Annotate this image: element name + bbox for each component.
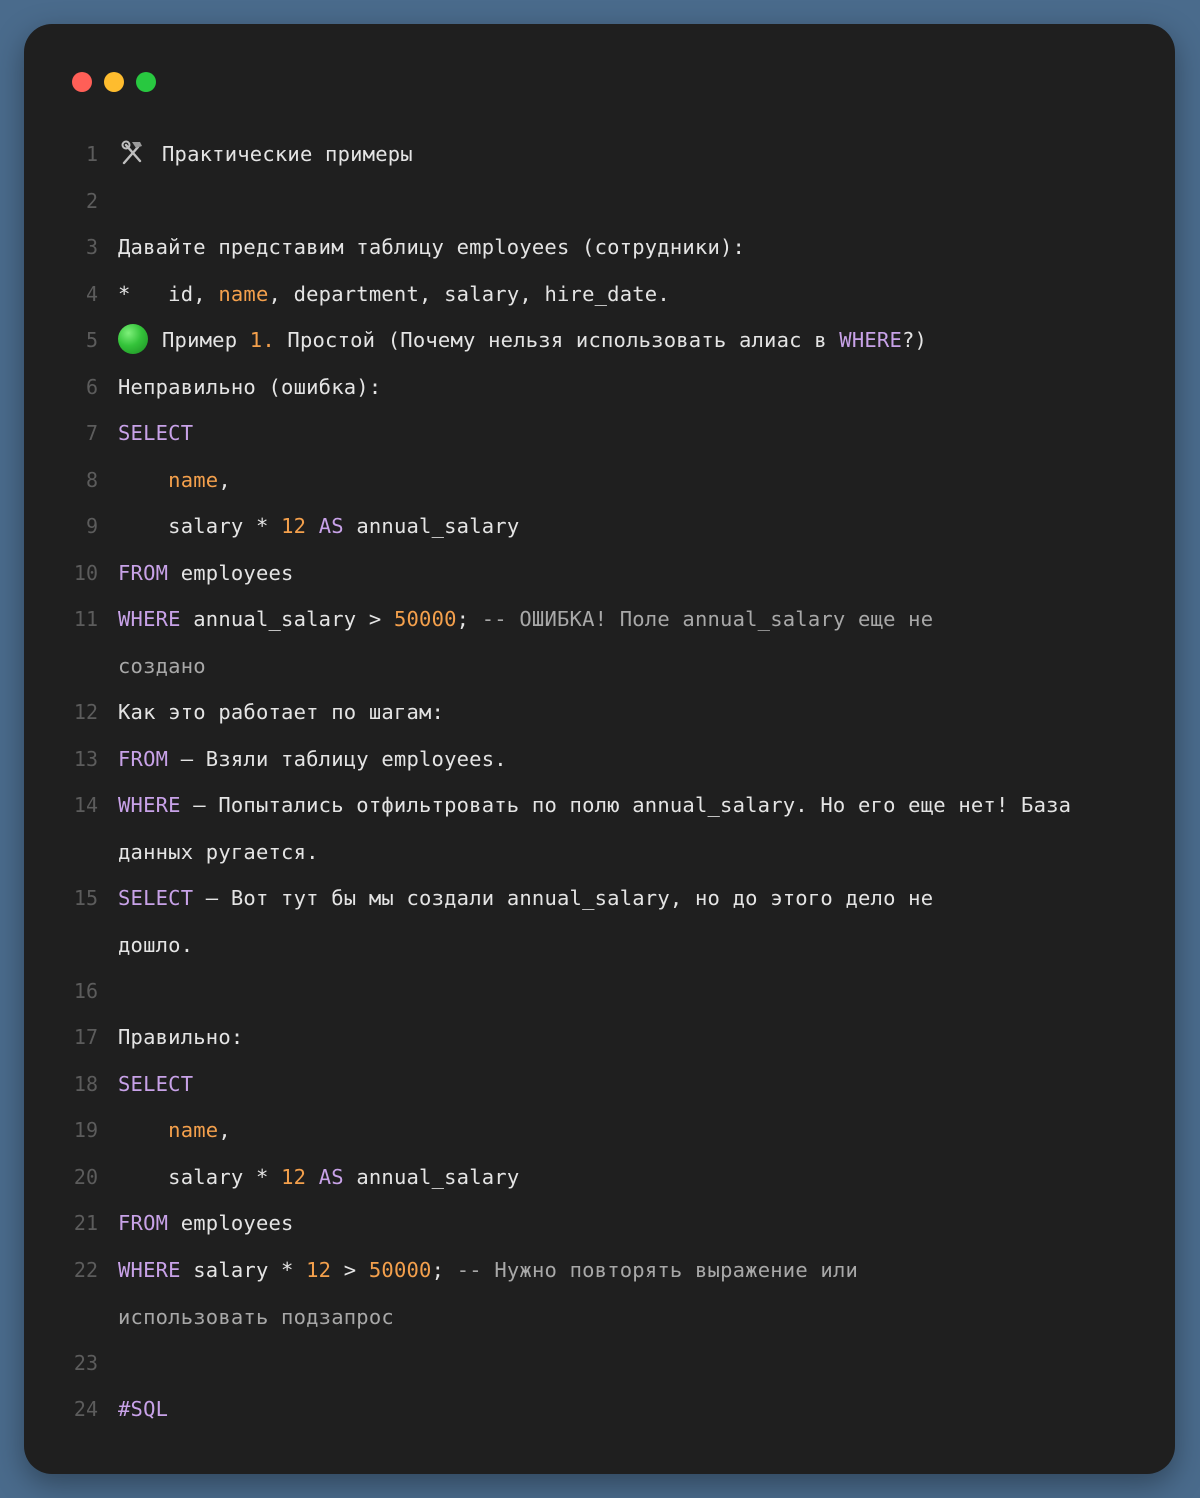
line-number: 2 bbox=[85, 189, 98, 213]
code-text: Неправильно (ошибка): bbox=[118, 375, 382, 399]
code-line: 6 Неправильно (ошибка): bbox=[24, 364, 1175, 410]
line-number: 5 bbox=[85, 328, 98, 352]
code-line: 10 FROM employees bbox=[24, 550, 1175, 596]
line-number: 7 bbox=[85, 421, 98, 445]
line-number: 14 bbox=[73, 793, 98, 817]
code-line: 3 Давайте представим таблицу employees (… bbox=[24, 224, 1175, 270]
code-line: 23 bbox=[24, 1340, 1175, 1386]
code-text: Практические примеры bbox=[118, 131, 1138, 178]
code-window: 1 Практические примеры 2 3 Давайте предс… bbox=[24, 24, 1175, 1474]
code-line: 5 Пример 1. Простой (Почему нельзя испол… bbox=[24, 317, 1175, 363]
code-line: 7 SELECT bbox=[24, 410, 1175, 456]
line-number: 18 bbox=[73, 1072, 98, 1096]
code-text: Правильно: bbox=[118, 1025, 244, 1049]
code-line: 17 Правильно: bbox=[24, 1014, 1175, 1060]
code-line: 15 SELECT — Вот тут бы мы создали annual… bbox=[24, 875, 1175, 957]
line-number: 12 bbox=[73, 700, 98, 724]
code-line: 14 WHERE — Попытались отфильтровать по п… bbox=[24, 782, 1175, 864]
line-number: 20 bbox=[73, 1165, 98, 1189]
line-number: 19 bbox=[73, 1118, 98, 1142]
code-line: 16 bbox=[24, 968, 1175, 1014]
code-text: Пример 1. Простой (Почему нельзя использ… bbox=[118, 317, 1138, 364]
code-text: WHERE salary * 12 > 50000; -- Нужно повт… bbox=[118, 1258, 871, 1329]
line-number: 23 bbox=[73, 1351, 98, 1375]
code-text: name, bbox=[168, 1118, 231, 1142]
line-number: 6 bbox=[85, 375, 98, 399]
code-line: 24 #SQL bbox=[24, 1386, 1175, 1432]
code-text: salary * 12 AS annual_salary bbox=[118, 514, 520, 538]
line-number: 10 bbox=[73, 561, 98, 585]
line-number: 21 bbox=[73, 1211, 98, 1235]
code-line: 13 FROM — Взяли таблицу employees. bbox=[24, 736, 1175, 782]
code-text: SELECT bbox=[118, 421, 194, 445]
code-text: WHERE — Попытались отфильтровать по полю… bbox=[118, 793, 1084, 864]
code-line: 11 WHERE annual_salary > 50000; -- ОШИБК… bbox=[24, 596, 1175, 678]
code-text: name, bbox=[168, 468, 231, 492]
code-line: 20 salary * 12 AS annual_salary bbox=[24, 1154, 1175, 1200]
code-text: #SQL bbox=[118, 1386, 1138, 1433]
code-text: Давайте представим таблицу employees (со… bbox=[118, 235, 746, 259]
code-line: 22 WHERE salary * 12 > 50000; -- Нужно п… bbox=[24, 1247, 1175, 1329]
code-line: 19 name, bbox=[24, 1107, 1175, 1153]
code-text: FROM employees bbox=[118, 1211, 294, 1235]
line-number: 15 bbox=[73, 886, 98, 910]
hammer-and-wrench-icon bbox=[118, 137, 146, 165]
hashtag-sql[interactable]: #SQL bbox=[118, 1397, 168, 1421]
code-text: SELECT bbox=[118, 1072, 194, 1096]
code-text: FROM employees bbox=[118, 561, 294, 585]
code-text: FROM — Взяли таблицу employees. bbox=[118, 747, 507, 771]
line-number: 4 bbox=[85, 282, 98, 306]
code-line: 21 FROM employees bbox=[24, 1200, 1175, 1246]
line-number: 3 bbox=[85, 235, 98, 259]
code-line: 9 salary * 12 AS annual_salary bbox=[24, 503, 1175, 549]
line-number: 9 bbox=[85, 514, 98, 538]
maximize-window-button[interactable] bbox=[136, 72, 156, 92]
code-line: 2 bbox=[24, 178, 1175, 224]
code-line: 1 Практические примеры bbox=[24, 131, 1175, 177]
line-number: 8 bbox=[85, 468, 98, 492]
code-text: Как это работает по шагам: bbox=[118, 700, 445, 724]
code-text: * id, name, department, salary, hire_dat… bbox=[118, 282, 670, 306]
code-line: 8 name, bbox=[24, 457, 1175, 503]
line-number: 1 bbox=[85, 142, 98, 166]
line-number: 17 bbox=[73, 1025, 98, 1049]
close-window-button[interactable] bbox=[72, 72, 92, 92]
code-text: salary * 12 AS annual_salary bbox=[118, 1165, 520, 1189]
minimize-window-button[interactable] bbox=[104, 72, 124, 92]
line-number: 11 bbox=[73, 607, 98, 631]
line-number: 16 bbox=[73, 979, 98, 1003]
line-number: 13 bbox=[73, 747, 98, 771]
code-line: 18 SELECT bbox=[24, 1061, 1175, 1107]
green-circle-icon bbox=[118, 324, 148, 354]
code-line: 12 Как это работает по шагам: bbox=[24, 689, 1175, 735]
code-line: 4 * id, name, department, salary, hire_d… bbox=[24, 271, 1175, 317]
line-number: 24 bbox=[73, 1397, 98, 1421]
code-text: WHERE annual_salary > 50000; -- ОШИБКА! … bbox=[118, 607, 946, 678]
code-text: SELECT — Вот тут бы мы создали annual_sa… bbox=[118, 886, 946, 957]
line-number: 22 bbox=[73, 1258, 98, 1282]
